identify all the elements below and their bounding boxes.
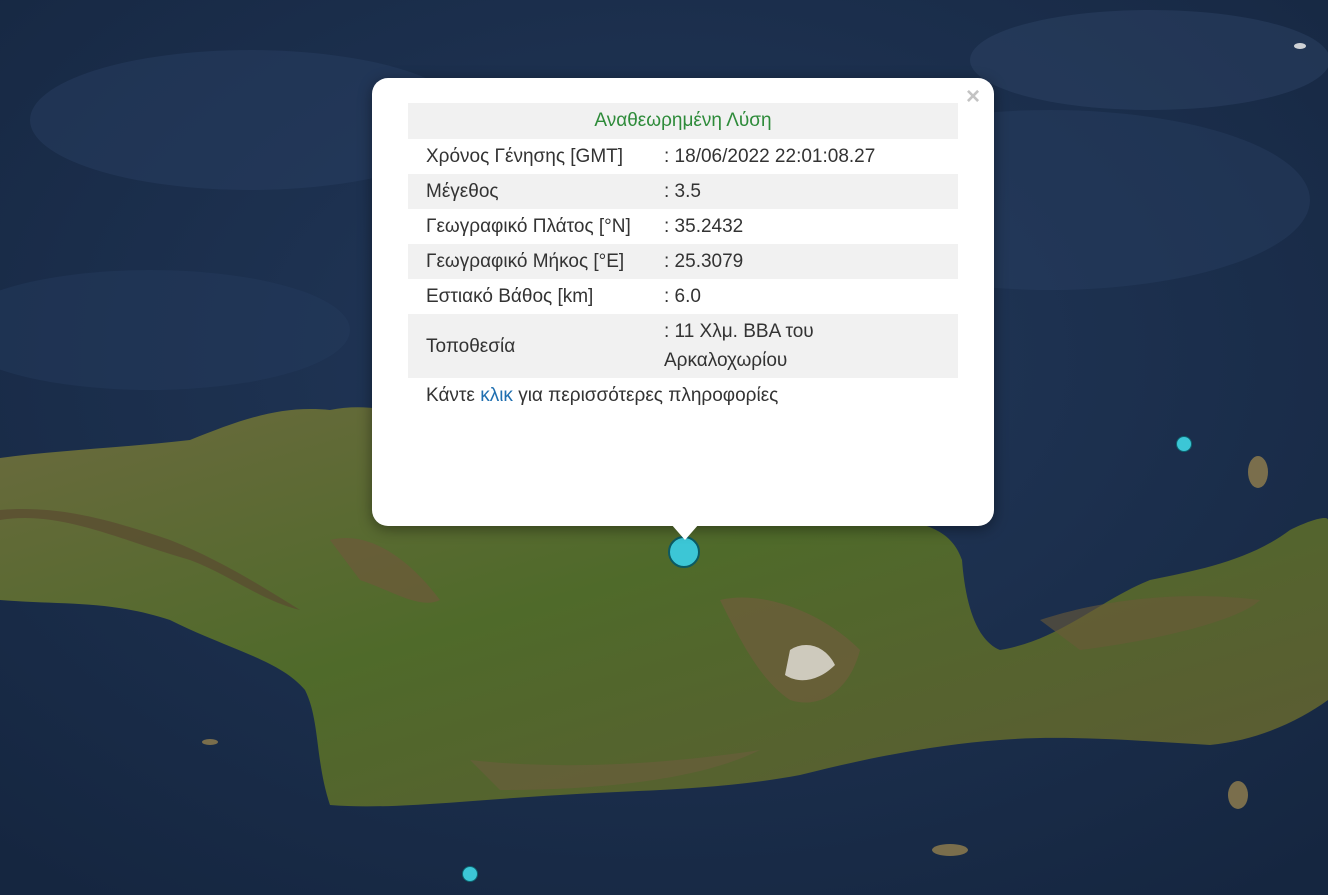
earthquake-marker[interactable] [1176,436,1192,452]
more-info-prefix: Κάντε [426,385,481,406]
close-icon[interactable]: × [962,85,984,109]
longitude-label: Γεωγραφικό Μήκος [°E] [408,244,664,279]
small-island [1294,43,1306,49]
earthquake-info-table: Αναθεωρημένη Λύση Χρόνος Γένησης [GMT] :… [408,103,958,413]
origin-time-value: : 18/06/2022 22:01:08.27 [664,146,876,167]
earthquake-marker-selected[interactable] [668,536,700,568]
more-info-link[interactable]: κλικ [480,385,513,406]
solution-header: Αναθεωρημένη Λύση [408,103,958,139]
depth-label: Εστιακό Βάθος [km] [426,286,594,307]
earthquake-info-popup: × Αναθεωρημένη Λύση Χρόνος Γένησης [GMT]… [372,78,994,526]
small-island [932,844,968,856]
small-island [202,739,218,745]
more-info-suffix: για περισσότερες πληροφορίες [512,385,779,406]
latitude-value: : 35.2432 [664,216,744,237]
earthquake-marker[interactable] [462,866,478,882]
latitude-label: Γεωγραφικό Πλάτος [°N] [426,216,631,237]
popup-tip [671,524,699,540]
location-value: : 11 Χλμ. ΒΒΑ του Αρκαλοχωρίου [664,314,958,378]
more-info-line: Κάντε κλικ για περισσότερες πληροφορίες [408,378,958,413]
satellite-map[interactable]: × Αναθεωρημένη Λύση Χρόνος Γένησης [GMT]… [0,0,1328,895]
longitude-value: : 25.3079 [664,244,958,279]
small-island [1228,781,1248,809]
magnitude-value: : 3.5 [664,174,958,209]
origin-time-label: Χρόνος Γένησης [GMT] [426,146,624,167]
small-island [1248,456,1268,488]
location-label: Τοποθεσία [408,314,664,378]
magnitude-label: Μέγεθος [408,174,664,209]
depth-value: : 6.0 [664,286,701,307]
